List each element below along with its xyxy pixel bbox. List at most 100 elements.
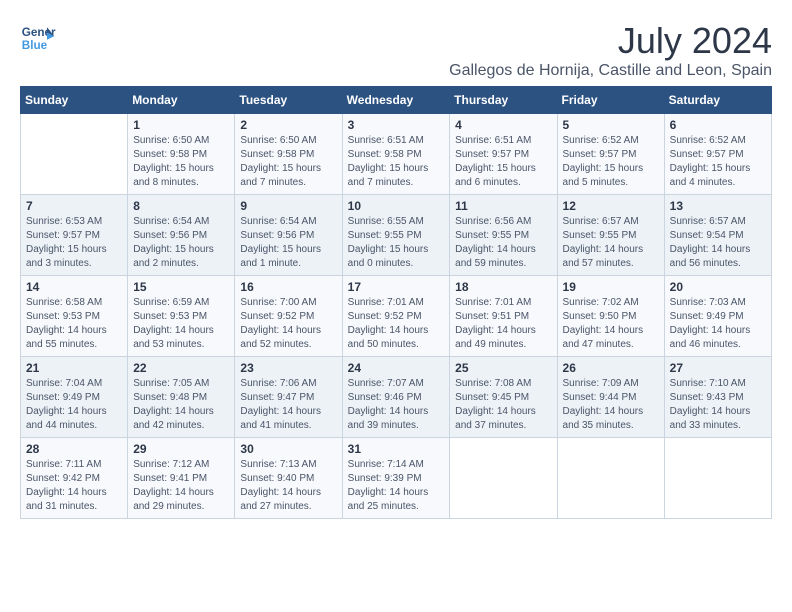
week-row-1: 7Sunrise: 6:53 AMSunset: 9:57 PMDaylight… — [21, 195, 772, 276]
calendar-cell — [450, 438, 557, 519]
calendar-cell: 25 Sunrise: 7:08 AMSunset: 9:45 PMDayligh… — [450, 357, 557, 438]
day-info: Sunrise: 7:14 AMSunset: 9:39 PMDaylight:… — [348, 458, 445, 514]
calendar-cell: 15 Sunrise: 6:59 AMSunset: 9:53 PMDayligh… — [128, 276, 235, 357]
day-info: Sunrise: 6:57 AMSunset: 9:55 PMDaylight:… — [563, 215, 659, 271]
day-number: 31 — [348, 442, 445, 456]
day-number: 24 — [348, 361, 445, 375]
day-info: Sunrise: 7:01 AMSunset: 9:52 PMDaylight:… — [348, 296, 445, 352]
day-number: 21 — [26, 361, 122, 375]
day-info: Sunrise: 7:07 AMSunset: 9:46 PMDaylight:… — [348, 377, 445, 433]
calendar-cell: 10 Sunrise: 6:55 AMSunset: 9:55 PMDayligh… — [342, 195, 450, 276]
day-info: Sunrise: 6:58 AMSunset: 9:53 PMDaylight:… — [26, 296, 122, 352]
logo-icon: General Blue — [20, 20, 56, 56]
logo: General Blue — [20, 20, 56, 56]
calendar-cell: 30Sunrise: 7:13 AMSunset: 9:40 PMDayligh… — [235, 438, 342, 519]
header-tuesday: Tuesday — [235, 87, 342, 114]
header-row: Sunday Monday Tuesday Wednesday Thursday… — [21, 87, 772, 114]
day-info: Sunrise: 7:12 AMSunset: 9:41 PMDaylight:… — [133, 458, 229, 514]
day-info: Sunrise: 7:02 AMSunset: 9:50 PMDaylight:… — [563, 296, 659, 352]
day-info: Sunrise: 7:11 AMSunset: 9:42 PMDaylight:… — [26, 458, 122, 514]
day-number: 15 — [133, 280, 229, 294]
day-number: 4 — [455, 118, 551, 132]
calendar-cell: 27 Sunrise: 7:10 AMSunset: 9:43 PMDayligh… — [664, 357, 771, 438]
calendar-cell: 11 Sunrise: 6:56 AMSunset: 9:55 PMDayligh… — [450, 195, 557, 276]
day-number: 18 — [455, 280, 551, 294]
calendar-cell — [664, 438, 771, 519]
day-number: 28 — [26, 442, 122, 456]
day-info: Sunrise: 7:01 AMSunset: 9:51 PMDaylight:… — [455, 296, 551, 352]
day-number: 1 — [133, 118, 229, 132]
day-number: 7 — [26, 199, 122, 213]
day-number: 25 — [455, 361, 551, 375]
day-info: Sunrise: 6:52 AMSunset: 9:57 PMDaylight:… — [563, 134, 659, 190]
calendar-cell — [21, 114, 128, 195]
header-monday: Monday — [128, 87, 235, 114]
day-number: 12 — [563, 199, 659, 213]
day-info: Sunrise: 6:54 AMSunset: 9:56 PMDaylight:… — [133, 215, 229, 271]
day-info: Sunrise: 6:54 AMSunset: 9:56 PMDaylight:… — [240, 215, 336, 271]
day-number: 19 — [563, 280, 659, 294]
day-number: 2 — [240, 118, 336, 132]
day-number: 8 — [133, 199, 229, 213]
day-info: Sunrise: 6:59 AMSunset: 9:53 PMDaylight:… — [133, 296, 229, 352]
day-number: 20 — [670, 280, 766, 294]
week-row-4: 28 Sunrise: 7:11 AMSunset: 9:42 PMDayligh… — [21, 438, 772, 519]
calendar-cell: 2 Sunrise: 6:50 AMSunset: 9:58 PMDaylight… — [235, 114, 342, 195]
calendar-cell: 23Sunrise: 7:06 AMSunset: 9:47 PMDayligh… — [235, 357, 342, 438]
calendar-header: Sunday Monday Tuesday Wednesday Thursday… — [21, 87, 772, 114]
calendar-table: Sunday Monday Tuesday Wednesday Thursday… — [20, 86, 772, 519]
week-row-0: 1 Sunrise: 6:50 AMSunset: 9:58 PMDaylight… — [21, 114, 772, 195]
day-number: 6 — [670, 118, 766, 132]
day-info: Sunrise: 6:57 AMSunset: 9:54 PMDaylight:… — [670, 215, 766, 271]
calendar-cell: 26Sunrise: 7:09 AMSunset: 9:44 PMDayligh… — [557, 357, 664, 438]
day-info: Sunrise: 6:50 AMSunset: 9:58 PMDaylight:… — [240, 134, 336, 190]
header-thursday: Thursday — [450, 87, 557, 114]
day-number: 3 — [348, 118, 445, 132]
calendar-cell: 8 Sunrise: 6:54 AMSunset: 9:56 PMDaylight… — [128, 195, 235, 276]
day-info: Sunrise: 6:51 AMSunset: 9:57 PMDaylight:… — [455, 134, 551, 190]
day-number: 26 — [563, 361, 659, 375]
day-number: 23 — [240, 361, 336, 375]
day-number: 9 — [240, 199, 336, 213]
day-number: 29 — [133, 442, 229, 456]
day-number: 27 — [670, 361, 766, 375]
calendar-cell: 12 Sunrise: 6:57 AMSunset: 9:55 PMDayligh… — [557, 195, 664, 276]
day-number: 14 — [26, 280, 122, 294]
calendar-cell: 1 Sunrise: 6:50 AMSunset: 9:58 PMDaylight… — [128, 114, 235, 195]
calendar-cell: 13 Sunrise: 6:57 AMSunset: 9:54 PMDayligh… — [664, 195, 771, 276]
calendar-cell: 21 Sunrise: 7:04 AMSunset: 9:49 PMDayligh… — [21, 357, 128, 438]
header-sunday: Sunday — [21, 87, 128, 114]
calendar-cell: 4 Sunrise: 6:51 AMSunset: 9:57 PMDaylight… — [450, 114, 557, 195]
page-header: General Blue July 2024 Gallegos de Horni… — [20, 20, 772, 80]
day-info: Sunrise: 7:05 AMSunset: 9:48 PMDaylight:… — [133, 377, 229, 433]
svg-text:Blue: Blue — [22, 39, 48, 52]
day-info: Sunrise: 6:52 AMSunset: 9:57 PMDaylight:… — [670, 134, 766, 190]
day-info: Sunrise: 7:10 AMSunset: 9:43 PMDaylight:… — [670, 377, 766, 433]
week-row-3: 21 Sunrise: 7:04 AMSunset: 9:49 PMDayligh… — [21, 357, 772, 438]
day-number: 11 — [455, 199, 551, 213]
day-info: Sunrise: 7:00 AMSunset: 9:52 PMDaylight:… — [240, 296, 336, 352]
calendar-cell: 6 Sunrise: 6:52 AMSunset: 9:57 PMDaylight… — [664, 114, 771, 195]
day-number: 10 — [348, 199, 445, 213]
title-area: July 2024 Gallegos de Hornija, Castille … — [449, 20, 772, 80]
day-info: Sunrise: 7:08 AMSunset: 9:45 PMDaylight:… — [455, 377, 551, 433]
calendar-cell: 19 Sunrise: 7:02 AMSunset: 9:50 PMDayligh… — [557, 276, 664, 357]
day-info: Sunrise: 7:03 AMSunset: 9:49 PMDaylight:… — [670, 296, 766, 352]
week-row-2: 14 Sunrise: 6:58 AMSunset: 9:53 PMDayligh… — [21, 276, 772, 357]
header-saturday: Saturday — [664, 87, 771, 114]
day-number: 13 — [670, 199, 766, 213]
header-wednesday: Wednesday — [342, 87, 450, 114]
day-info: Sunrise: 7:04 AMSunset: 9:49 PMDaylight:… — [26, 377, 122, 433]
calendar-cell: 24 Sunrise: 7:07 AMSunset: 9:46 PMDayligh… — [342, 357, 450, 438]
calendar-cell: 9 Sunrise: 6:54 AMSunset: 9:56 PMDaylight… — [235, 195, 342, 276]
day-info: Sunrise: 6:56 AMSunset: 9:55 PMDaylight:… — [455, 215, 551, 271]
calendar-cell: 16 Sunrise: 7:00 AMSunset: 9:52 PMDayligh… — [235, 276, 342, 357]
day-number: 16 — [240, 280, 336, 294]
header-friday: Friday — [557, 87, 664, 114]
day-number: 17 — [348, 280, 445, 294]
day-info: Sunrise: 6:50 AMSunset: 9:58 PMDaylight:… — [133, 134, 229, 190]
day-number: 30 — [240, 442, 336, 456]
day-info: Sunrise: 6:55 AMSunset: 9:55 PMDaylight:… — [348, 215, 445, 271]
month-title: July 2024 — [449, 20, 772, 62]
calendar-cell: 31 Sunrise: 7:14 AMSunset: 9:39 PMDayligh… — [342, 438, 450, 519]
